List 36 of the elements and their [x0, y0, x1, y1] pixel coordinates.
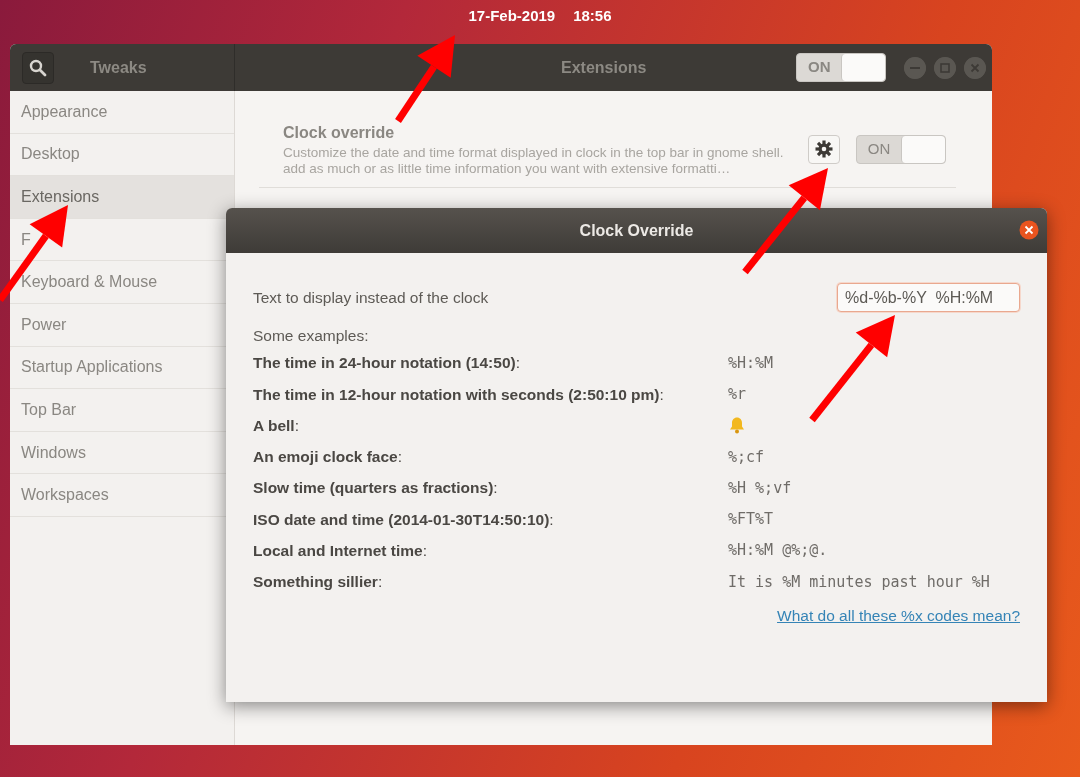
example-label: Something sillier:: [253, 572, 384, 593]
format-code: It is %M minutes past hour %H: [728, 571, 990, 593]
extension-name: Clock override: [283, 123, 396, 143]
example-label: A bell:: [253, 415, 300, 436]
example-label: Slow time (quarters as fractions):: [253, 478, 499, 499]
toggle-switch[interactable]: ON: [796, 53, 887, 82]
example-label: The time in 24-hour notation (14:50):: [253, 353, 521, 374]
toggle-switch[interactable]: ON: [856, 134, 946, 164]
example-label: The time in 12-hour notation with seconds (2:50:10 pm):: [253, 384, 665, 405]
search-icon: [29, 58, 47, 77]
example-label: Local and Internet time:: [253, 541, 428, 562]
bell-icon: [728, 416, 746, 435]
app-title: Tweaks: [90, 57, 147, 78]
dialog-title: Clock Override: [579, 220, 694, 241]
extension-description: Customize the date and time format displayed in clock in the top bar in gnome shell. add as much or as little time information you want with extensive formatti…: [283, 145, 785, 178]
settings-button[interactable]: [808, 134, 840, 164]
format-code: %H:%M: [728, 352, 774, 374]
sidebar-item[interactable]: Extensions: [10, 176, 234, 219]
help-link[interactable]: What do all these %x codes mean?: [777, 603, 1020, 627]
format-code: %H:%M @%;@.: [728, 540, 828, 562]
format-code: %H %;vf: [728, 477, 792, 499]
sidebar-item[interactable]: Appearance: [10, 91, 234, 134]
example-label: An emoji clock face:: [253, 447, 404, 468]
input-field[interactable]: %d-%b-%Y %H:%M: [837, 283, 1020, 312]
format-code: %FT%T: [728, 509, 774, 531]
clock-label: 18:56: [573, 5, 612, 26]
close-icon[interactable]: [1019, 220, 1039, 240]
date-label: 17-Feb-2019: [468, 5, 556, 26]
format-code: %r: [728, 383, 747, 405]
section-heading: Some examples:: [253, 326, 370, 346]
search-button[interactable]: [22, 51, 54, 84]
format-code: %;cf: [728, 446, 765, 468]
field-label: Text to display instead of the clock: [253, 287, 489, 308]
gear-icon: [815, 140, 833, 159]
page-title: Extensions: [561, 57, 647, 78]
example-label: ISO date and time (2014-01-30T14:50:10):: [253, 509, 555, 530]
